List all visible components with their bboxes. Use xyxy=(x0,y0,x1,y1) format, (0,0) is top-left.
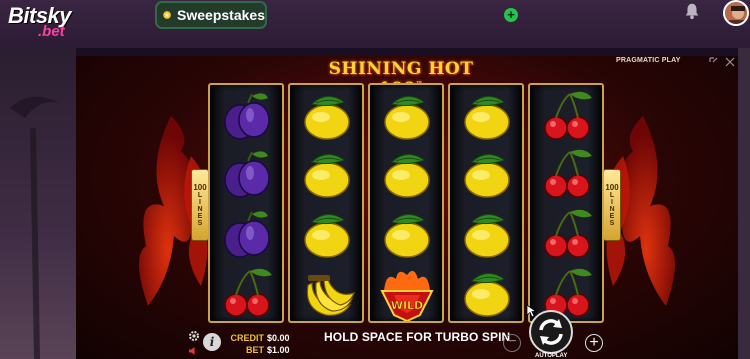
page-background-left xyxy=(0,48,76,359)
plum-symbol xyxy=(224,211,270,258)
lines-count: 100 xyxy=(193,183,207,192)
lemon-symbol xyxy=(464,154,510,198)
cherry-symbol xyxy=(544,209,592,258)
sweepstakes-button[interactable]: Sweepstakes xyxy=(155,1,267,29)
plum-symbol xyxy=(224,93,270,140)
decrease-bet-button[interactable]: − xyxy=(503,334,521,352)
lemon-symbol xyxy=(304,96,350,140)
lemon-symbol xyxy=(384,154,430,198)
spin-arrows-icon xyxy=(539,319,563,345)
gear-icon[interactable] xyxy=(188,330,200,342)
logo-domain: .bet xyxy=(38,23,65,40)
lines-count: 100 xyxy=(605,183,619,192)
game-title: SHINING HOT 100™ xyxy=(306,59,496,99)
lemon-symbol xyxy=(464,273,510,317)
bet-label: BET xyxy=(246,345,264,355)
bet-value: $1.00 xyxy=(267,345,290,355)
star-icon xyxy=(163,11,171,19)
credit-value: $0.00 xyxy=(267,333,290,343)
lemon-symbol xyxy=(304,154,350,198)
wild-symbol: WILD xyxy=(380,270,434,321)
slot-game: SHINING HOT 100™ PRAGMATIC PLAY 100 LINE… xyxy=(76,56,738,359)
cherry-symbol xyxy=(544,149,592,198)
provider-label: PRAGMATIC PLAY xyxy=(616,57,681,64)
lemon-symbol xyxy=(384,214,430,258)
site-logo[interactable]: Bitsky .bet xyxy=(8,3,88,45)
lines-label: LINES xyxy=(196,192,204,227)
lines-badge-left: 100 LINES xyxy=(191,169,209,241)
page-background-right xyxy=(738,48,750,359)
mouse-cursor-icon xyxy=(526,304,538,318)
sweepstakes-label: Sweepstakes xyxy=(177,7,265,23)
site-header: Bitsky .bet Sweepstakes + xyxy=(0,0,750,48)
avatar[interactable] xyxy=(723,0,749,26)
info-button[interactable]: i xyxy=(203,333,221,351)
lemon-symbol xyxy=(304,214,350,258)
lines-label: LINES xyxy=(608,192,616,227)
cherry-symbol xyxy=(224,268,272,317)
palm-silhouette xyxy=(10,96,60,359)
cherry-symbol xyxy=(544,91,592,140)
add-funds-button[interactable]: + xyxy=(504,8,518,22)
lines-badge-right: 100 LINES xyxy=(603,169,621,241)
speaker-icon[interactable] xyxy=(188,346,198,356)
autoplay-button[interactable]: AUTOPLAY xyxy=(535,353,567,359)
credit-display: CREDIT $0.00 xyxy=(228,333,290,343)
plum-symbol xyxy=(224,151,270,198)
avatar-image xyxy=(725,2,747,24)
increase-bet-button[interactable]: + xyxy=(585,334,603,352)
lemon-symbol xyxy=(384,96,430,140)
bell-icon[interactable] xyxy=(683,2,701,20)
lemon-symbol xyxy=(464,96,510,140)
credit-label: CREDIT xyxy=(230,333,265,343)
lemon-symbol xyxy=(464,214,510,258)
bet-display: BET $1.00 xyxy=(228,345,290,355)
control-bar: i CREDIT $0.00 BET $1.00 HOLD SPACE FOR TU… xyxy=(76,304,738,359)
turbo-spin-message: HOLD SPACE FOR TURBO SPIN xyxy=(324,330,511,344)
banana-symbol xyxy=(306,275,356,316)
fullscreen-icon[interactable] xyxy=(708,56,738,68)
wild-label: WILD xyxy=(391,299,423,312)
